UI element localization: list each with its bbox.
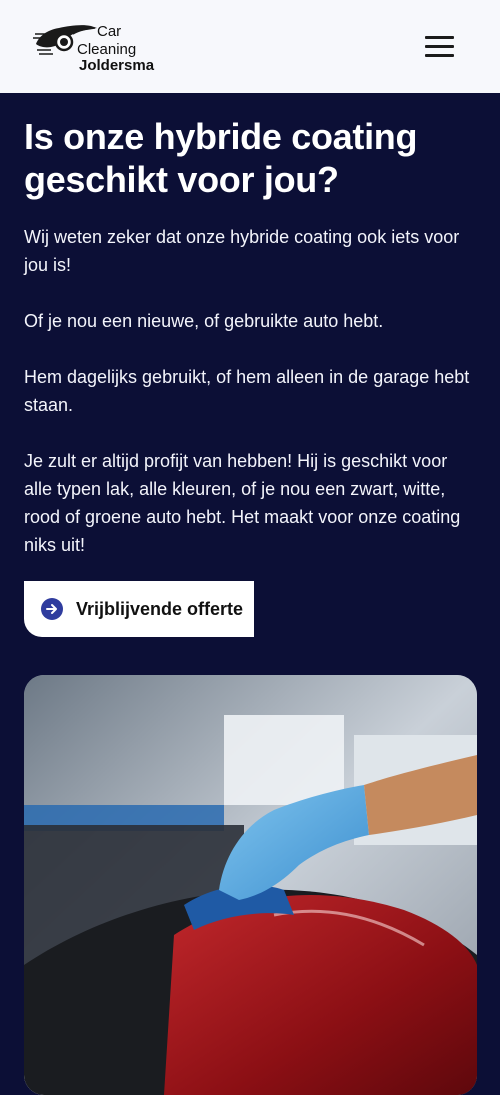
paragraph-3: Hem dagelijks gebruikt, of hem alleen in… [24,367,470,415]
paragraph-1: Wij weten zeker dat onze hybride coating… [24,227,460,275]
paragraph-2: Of je nou een nieuwe, of gebruikte auto … [24,311,384,331]
hamburger-menu-icon[interactable] [420,30,460,62]
logo[interactable]: Car Cleaning Joldersma [33,18,163,78]
quote-request-button[interactable]: Vrijblijvende offerte [24,581,254,637]
logo-line-joldersma: Joldersma [79,57,155,74]
coating-photo [24,675,477,1095]
logo-line-cleaning: Cleaning [77,41,137,58]
site-header: Car Cleaning Joldersma [0,0,500,93]
arrow-right-circle-icon [41,598,63,620]
logo-line-car: Car [97,23,122,40]
page-title: Is onze hybride coating geschikt voor jo… [24,116,418,200]
paragraph-4: Je zult er altijd profijt van hebben! Hi… [24,451,461,555]
quote-request-label: Vrijblijvende offerte [76,598,244,619]
